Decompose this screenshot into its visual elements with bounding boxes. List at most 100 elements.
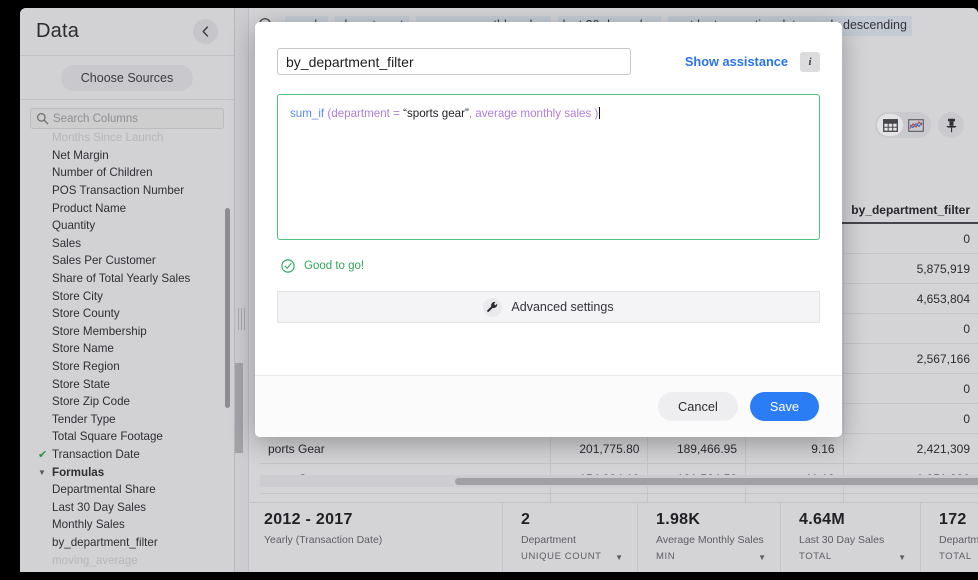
sidebar-scrollbar[interactable] [225,208,230,408]
app-window: Data Choose Sources [20,8,978,572]
choose-sources-button[interactable]: Choose Sources [61,65,193,91]
column-list-item-label: Store County [52,307,120,320]
table-cell: 0 [844,224,978,253]
page-title: Data [36,20,79,43]
column-list-item[interactable]: moving_average [52,551,234,569]
search-input[interactable] [53,113,223,125]
column-list-item[interactable]: Number of Children [52,164,234,182]
summary-stat-value: 1.98K [656,511,766,529]
status-text: Good to go! [304,260,364,272]
table-header-by-department-filter[interactable]: by_department_filter [826,203,978,222]
column-list-item-label: Net Margin [52,149,109,162]
column-list-item[interactable]: Departmental Share [52,481,234,499]
column-list-item[interactable]: Months Since Launch [52,129,234,147]
summary-stat-value: 4.64M [799,511,906,529]
summary-stat: 1.98K Average Monthly Sales MIN▼ [637,503,780,572]
formula-name-input[interactable] [277,48,631,75]
info-icon[interactable]: i [800,52,820,72]
horizontal-scrollbar-thumb[interactable] [455,478,978,485]
column-list-item[interactable]: Total Square Footage [52,428,234,446]
table-cell: 189,466.95 [648,434,746,463]
column-list-item[interactable]: ✔Transaction Date [52,446,234,464]
column-list-item-label: Sales Per Customer [52,254,156,267]
summary-stat-label: Average Monthly Sales [656,534,766,546]
chevron-down-icon[interactable]: ▼ [615,553,623,562]
column-list-item-label: POS Transaction Number [52,184,184,197]
summary-stat-value: 172 [939,511,978,529]
formula-editor-textarea[interactable]: sum_if (department = “sports gear”, aver… [277,94,820,240]
column-list-item[interactable]: Sales Per Customer [52,252,234,270]
summary-stat-label: Department [521,534,623,546]
column-list-item[interactable]: Store Name [52,340,234,358]
column-list-item[interactable]: Net Margin [52,147,234,165]
column-list-item[interactable]: Store Region [52,358,234,376]
summary-stat-aggregation[interactable]: TOTAL [939,551,978,562]
sidebar-resize-divider[interactable] [235,8,249,572]
chevron-down-icon[interactable]: ▼ [898,553,906,562]
pin-button[interactable] [938,112,964,138]
check-icon: ✔ [38,448,47,461]
text-caret [599,107,600,119]
collapse-sidebar-button[interactable] [193,19,218,44]
column-list-item-label: Tender Type [52,413,116,426]
column-list-item[interactable]: Tender Type [52,411,234,429]
column-list-item[interactable]: Store County [52,305,234,323]
formula-token-field: department [331,107,393,120]
column-list-item-label: Sales [52,237,81,250]
chart-view-toggle[interactable] [903,114,929,136]
column-list-item-label: Formulas [52,466,104,479]
column-list-item-label: Last 30 Day Sales [52,501,146,514]
search-columns-box[interactable] [30,108,224,129]
show-assistance-link[interactable]: Show assistance [685,54,788,69]
advanced-settings-button[interactable]: Advanced settings [277,291,820,323]
summary-stat: 4.64MLast 30 Day SalesTOTAL▼ [780,503,920,572]
column-list-item[interactable]: by_department_filter [52,534,234,552]
table-view-toggle[interactable] [877,114,903,136]
summary-stat-aggregation[interactable]: UNIQUE COUNT [521,551,623,562]
chevron-down-icon[interactable]: ▼ [38,468,46,477]
modal-header: Show assistance i [255,22,842,75]
check-circle-icon [281,259,295,273]
column-list-item[interactable]: Store Zip Code [52,393,234,411]
column-list-item-label: Total Square Footage [52,430,163,443]
column-list-item[interactable]: Store Membership [52,323,234,341]
table-cell: 2,421,309 [844,434,978,463]
data-sidebar: Data Choose Sources [20,8,235,572]
summary-stat: 172 Departmenta TOTAL [920,503,978,572]
column-list-item[interactable]: Last 30 Day Sales [52,498,234,516]
column-list-item-label: Transaction Date [52,448,140,461]
column-list-item-label: Store City [52,290,103,303]
save-button[interactable]: Save [750,392,819,421]
table-cell: 201,775.80 [551,434,649,463]
column-list-item[interactable]: ▼Formulas [52,463,234,481]
wrench-glyph [486,301,499,314]
column-list-item[interactable]: Sales [52,235,234,253]
column-list-item[interactable]: Quantity [52,217,234,235]
view-toggle-group[interactable] [875,112,931,138]
choose-sources-row: Choose Sources [20,56,234,100]
horizontal-scrollbar-track[interactable] [260,475,978,487]
summary-stat-label: Yearly (Transaction Date) [264,534,488,546]
column-list-item[interactable]: Store State [52,375,234,393]
cancel-button[interactable]: Cancel [658,392,738,421]
panel-scrollbar[interactable] [235,363,243,453]
summary-stat-label: Departmenta [939,534,978,546]
column-list-item[interactable]: Store City [52,287,234,305]
column-list-item-label: Product Name [52,202,126,215]
summary-bar: 2012 - 2017Yearly (Transaction Date)2Dep… [250,502,978,572]
advanced-settings-label: Advanced settings [511,300,613,314]
formula-editor-modal: Show assistance i sum_if (department = “… [255,22,842,437]
validation-status: Good to go! [281,259,842,273]
column-list-item[interactable]: Monthly Sales [52,516,234,534]
summary-stat-aggregation[interactable]: MIN [656,551,766,562]
table-row[interactable]: ports Gear201,775.80189,466.959.162,421,… [260,434,978,464]
formula-token-paren: ) [595,107,599,120]
column-list-item[interactable]: Share of Total Yearly Sales [52,270,234,288]
chevron-down-icon[interactable]: ▼ [758,553,766,562]
formula-tokens: sum_if (department = “sports gear”, aver… [290,107,598,120]
search-icon [36,112,49,125]
column-list[interactable]: Months Since Launch Net Margin Number of C… [20,128,234,572]
column-list-item[interactable]: POS Transaction Number [52,182,234,200]
summary-stat-aggregation[interactable]: TOTAL [799,551,906,562]
column-list-item[interactable]: Product Name [52,199,234,217]
